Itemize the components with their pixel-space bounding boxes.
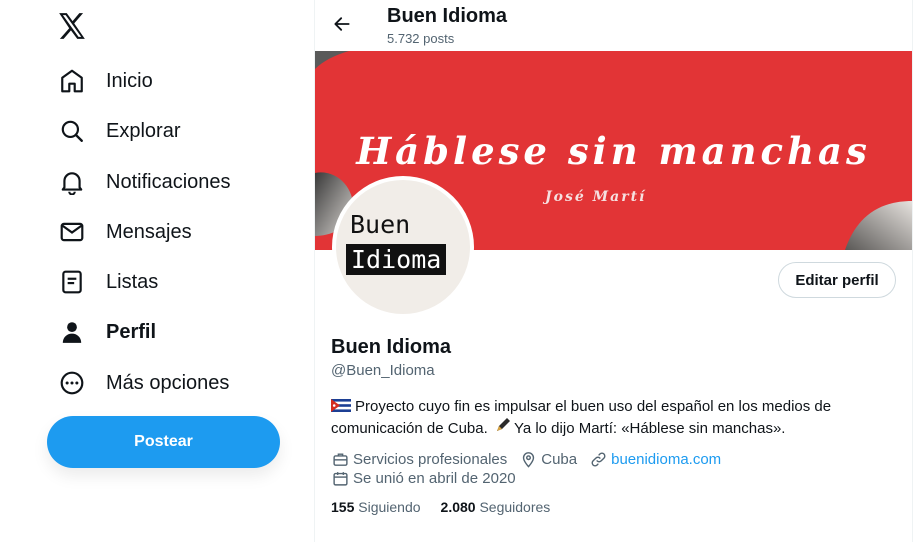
category-text: Servicios profesionales [353, 450, 508, 468]
list-icon [56, 266, 88, 298]
page-title: Buen Idioma [387, 5, 508, 27]
website-item: buenidioma.com [589, 450, 721, 468]
category-item: Servicios profesionales [331, 450, 507, 468]
followers-link[interactable]: 2.080 Seguidores [441, 499, 551, 515]
following-label: Siguiendo [358, 499, 421, 515]
more-circle-icon [56, 367, 88, 399]
sidebar-item-label: Perfil [106, 320, 157, 343]
calendar-icon [331, 469, 349, 487]
followers-count: 2.080 [440, 499, 476, 515]
following-link[interactable]: 155 Siguiendo [331, 499, 421, 515]
sidebar-item-perfil[interactable]: Perfil [56, 312, 156, 352]
sidebar-item-label: Mensajes [106, 220, 192, 243]
back-arrow-icon[interactable] [328, 10, 356, 38]
sidebar-item-notificaciones[interactable]: Notificaciones [56, 162, 231, 202]
column-divider [912, 0, 913, 542]
location-text: Cuba [541, 450, 578, 468]
sidebar-item-label: Más opciones [106, 371, 230, 394]
bell-icon [56, 166, 88, 198]
envelope-icon [56, 216, 88, 248]
sidebar-item-inicio[interactable]: Inicio [56, 61, 153, 101]
post-button[interactable]: Postear [47, 416, 280, 468]
avatar[interactable]: Buen Idioma [332, 176, 474, 318]
cuba-flag-icon [331, 399, 351, 412]
search-icon [56, 115, 88, 147]
briefcase-icon [331, 450, 349, 468]
joined-item: Se unió en abril de 2020 [331, 469, 516, 487]
location-item: Cuba [519, 450, 577, 468]
followers-label: Seguidores [479, 499, 551, 515]
posts-count: 5.732 posts [387, 31, 455, 46]
sidebar: Inicio Explorar Notificaciones Mensajes … [0, 0, 314, 542]
sidebar-item-label: Explorar [106, 119, 181, 142]
sidebar-item-label: Listas [106, 270, 159, 293]
profile-meta-row: Servicios profesionales Cuba buenidioma.… [331, 449, 733, 469]
bio-text-2: Ya lo dijo Martí: «Háblese sin manchas». [513, 420, 786, 437]
home-icon [56, 65, 88, 97]
sidebar-item-listas[interactable]: Listas [56, 262, 158, 302]
avatar-line-2: Idioma [346, 244, 447, 275]
avatar-logo: Buen Idioma [336, 180, 470, 314]
joined-text: Se unió en abril de 2020 [353, 469, 516, 487]
follow-stats: 155 Siguiendo 2.080 Seguidores [331, 499, 570, 515]
following-count: 155 [331, 499, 355, 515]
avatar-line-1: Buen [350, 210, 411, 239]
location-pin-icon [519, 450, 537, 468]
sidebar-item-label: Notificaciones [106, 170, 231, 193]
edit-profile-button[interactable]: Editar perfil [778, 262, 896, 298]
sidebar-item-mensajes[interactable]: Mensajes [56, 212, 192, 252]
sidebar-item-explorar[interactable]: Explorar [56, 111, 180, 151]
profile-handle: @Buen_Idioma [331, 362, 435, 379]
x-logo-icon[interactable] [56, 10, 88, 42]
pen-icon [496, 418, 510, 431]
website-link[interactable]: buenidioma.com [611, 451, 721, 468]
joined-row: Se unió en abril de 2020 [331, 468, 528, 488]
sidebar-item-mas-opciones[interactable]: Más opciones [56, 363, 229, 403]
sidebar-item-label: Inicio [106, 69, 153, 92]
link-icon [589, 450, 607, 468]
profile-name: Buen Idioma [331, 336, 452, 358]
user-icon [56, 316, 88, 348]
profile-bio: Proyecto cuyo fin es impulsar el buen us… [331, 397, 851, 439]
banner-author: José Martí [545, 189, 647, 205]
banner-quote: Háblese sin manchas [356, 129, 871, 173]
